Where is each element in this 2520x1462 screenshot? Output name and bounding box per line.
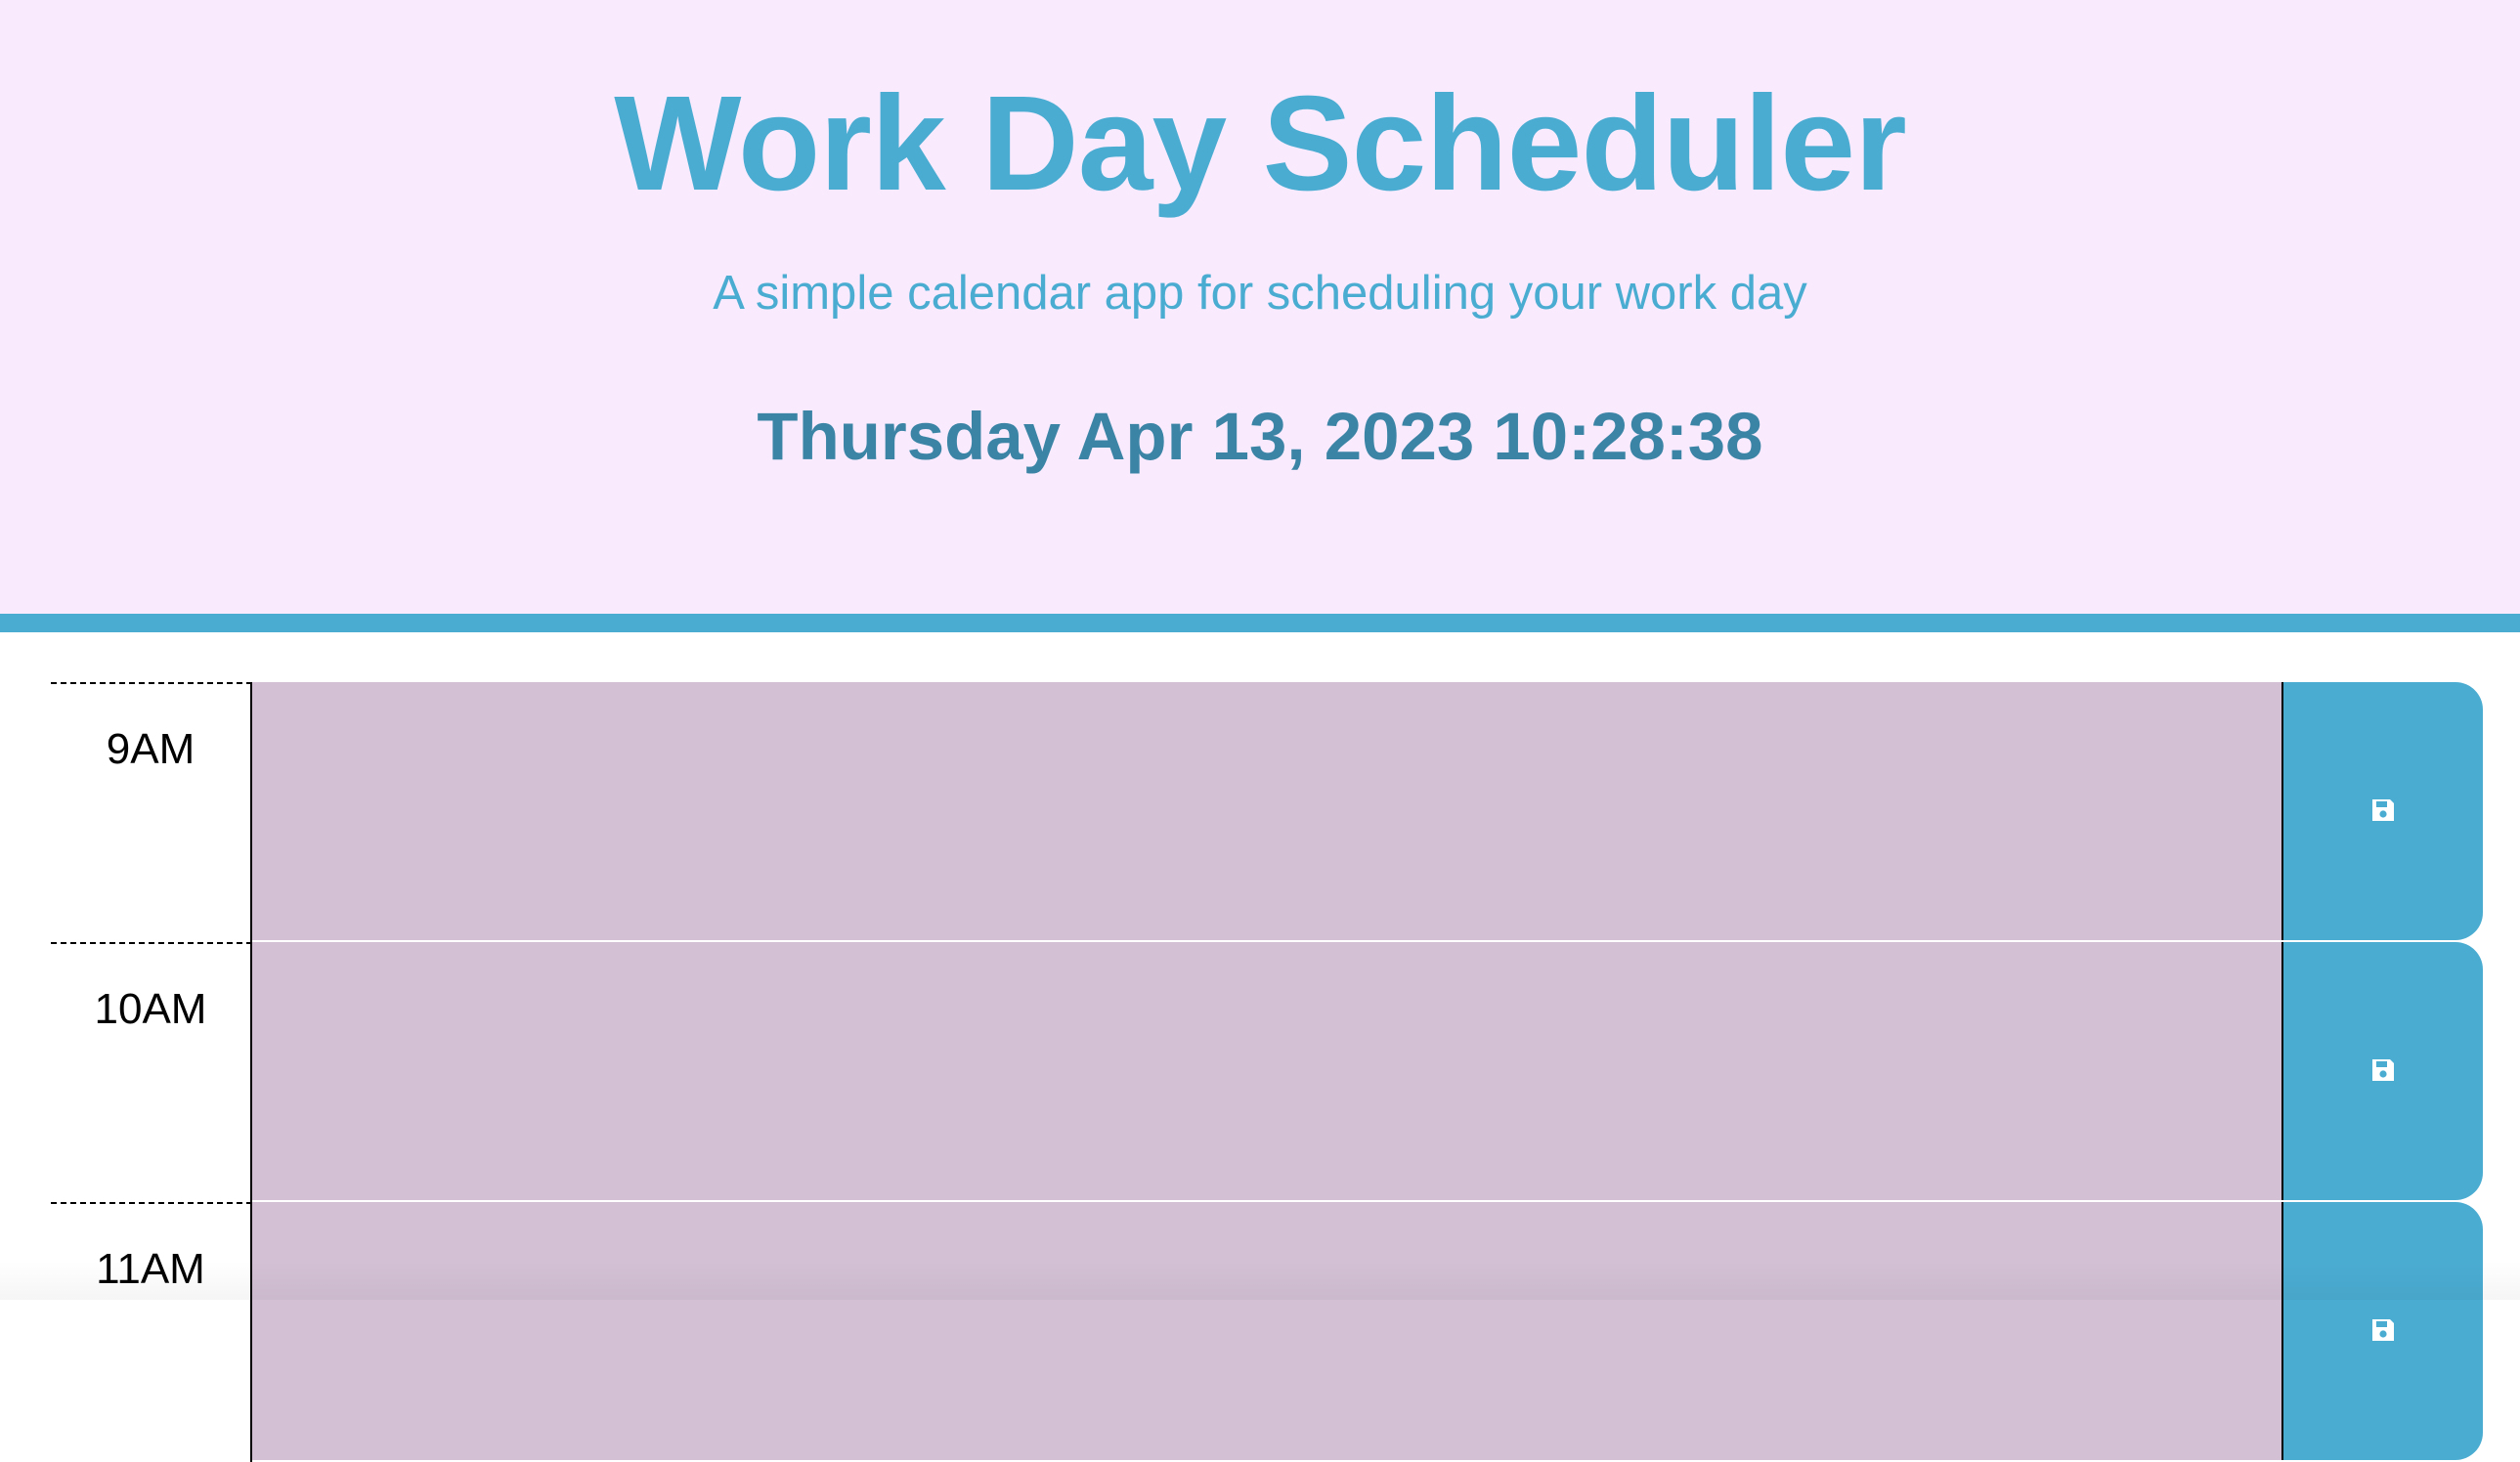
floppy-disk-icon (2369, 1316, 2397, 1347)
time-block-container: 9AM 10AM 11AM (51, 682, 2483, 1462)
floppy-disk-icon (2369, 796, 2397, 827)
hour-label: 9AM (51, 682, 252, 942)
time-block-10am: 10AM (51, 942, 2483, 1202)
floppy-disk-icon (2369, 1056, 2397, 1087)
save-button[interactable] (2281, 682, 2483, 940)
current-datetime: Thursday Apr 13, 2023 10:28:38 (757, 399, 1763, 474)
event-description-input[interactable] (252, 942, 2281, 1202)
time-block-9am: 9AM (51, 682, 2483, 942)
event-description-input[interactable] (252, 1202, 2281, 1462)
save-button[interactable] (2281, 1202, 2483, 1460)
event-description-input[interactable] (252, 682, 2281, 942)
save-button[interactable] (2281, 942, 2483, 1200)
hour-label: 11AM (51, 1202, 252, 1462)
hour-label: 10AM (51, 942, 252, 1202)
page-header: Work Day Scheduler A simple calendar app… (0, 0, 2520, 632)
page-title: Work Day Scheduler (614, 68, 1907, 219)
time-block-11am: 11AM (51, 1202, 2483, 1462)
page-subtitle: A simple calendar app for scheduling you… (713, 267, 1807, 320)
